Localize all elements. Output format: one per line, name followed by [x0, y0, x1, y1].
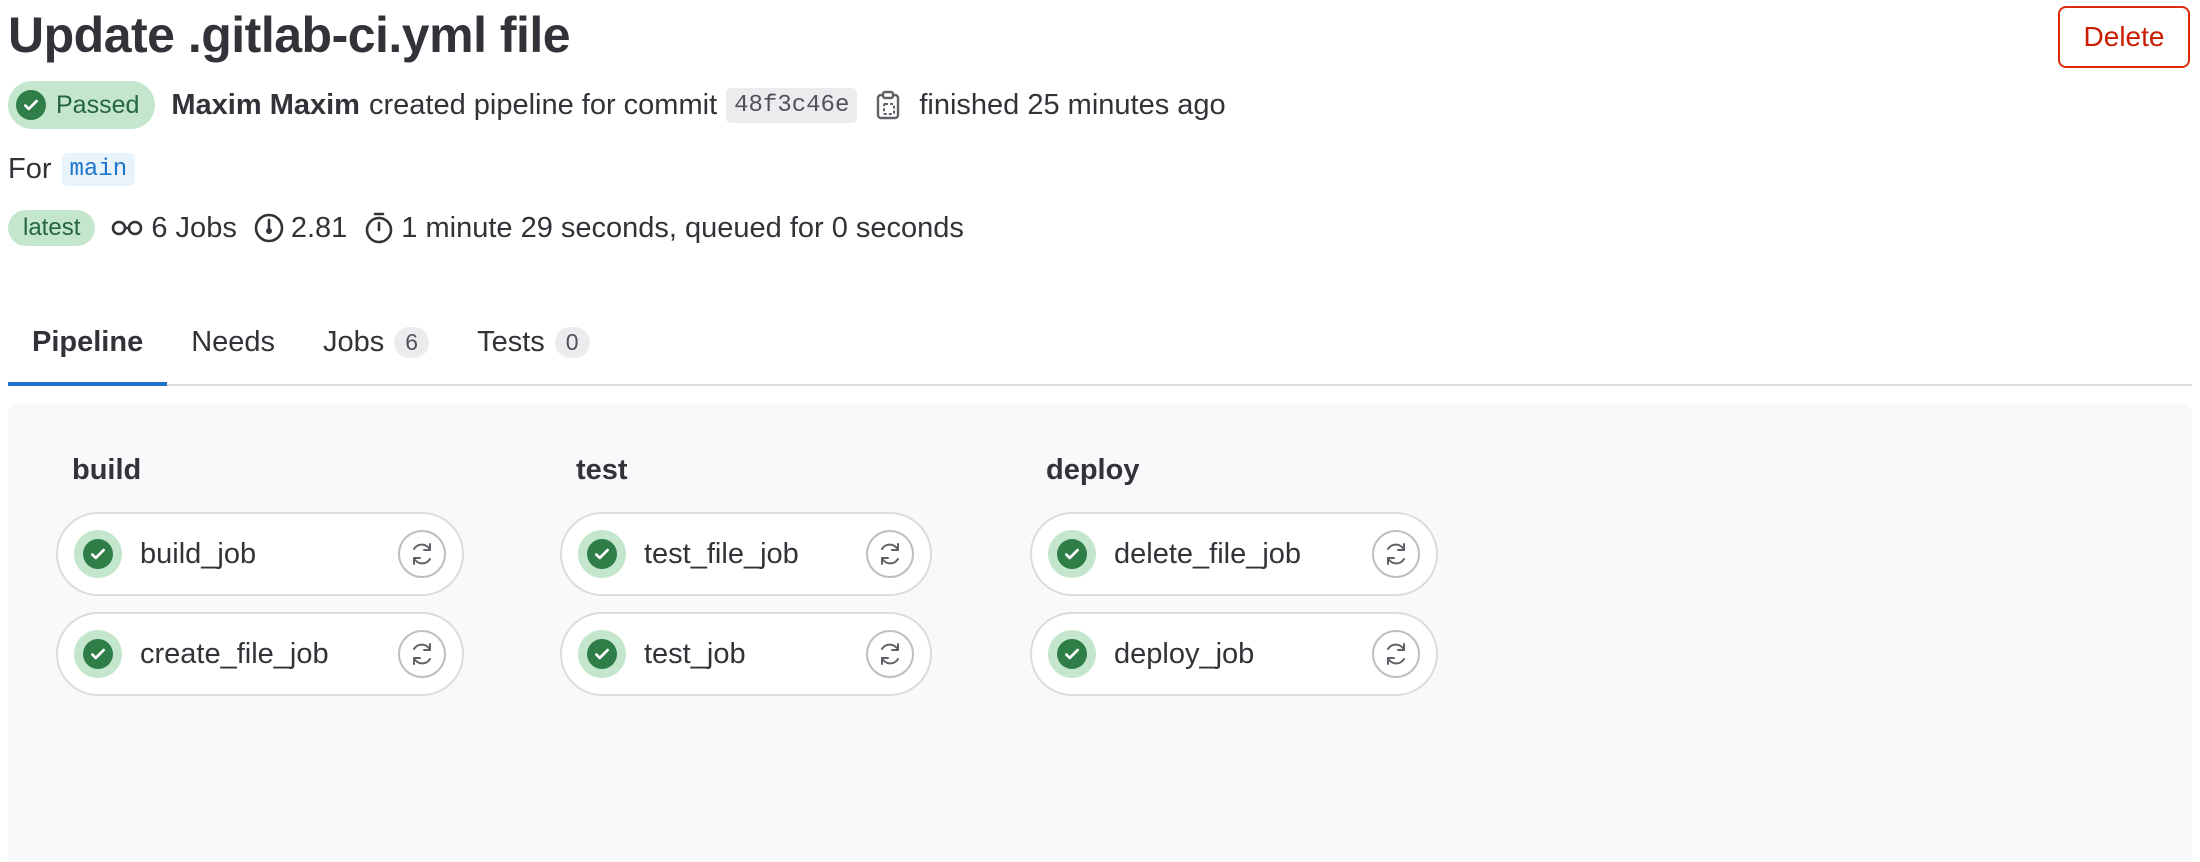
- finished-text: finished 25 minutes ago: [919, 88, 1226, 121]
- latest-badge: latest: [8, 210, 96, 246]
- status-success-icon: [1048, 530, 1096, 578]
- status-success-icon: [16, 90, 46, 120]
- pipeline-meta: Passed Maxim Maxim created pipeline for …: [8, 80, 1226, 130]
- stage-test: test test_file_job test_job: [560, 454, 932, 696]
- status-success-icon: [74, 630, 122, 678]
- tab-count-badge: 0: [554, 326, 590, 358]
- job-item[interactable]: test_job: [560, 612, 932, 696]
- status-success-icon: [1048, 630, 1096, 678]
- status-success-icon: [578, 630, 626, 678]
- ref-prefix: For: [8, 152, 52, 185]
- duration-text: 1 minute 29 seconds, queued for 0 second…: [401, 211, 964, 244]
- dashboard-icon: [254, 213, 284, 243]
- retry-icon[interactable]: [866, 630, 914, 678]
- job-item[interactable]: build_job: [56, 512, 464, 596]
- delete-pipeline-button[interactable]: Delete: [2058, 6, 2190, 68]
- tab-jobs[interactable]: Jobs 6: [299, 300, 453, 384]
- retry-icon[interactable]: [1372, 630, 1420, 678]
- pipeline-tabs: Pipeline Needs Jobs 6 Tests 0: [8, 300, 2192, 386]
- stage-deploy: deploy delete_file_job deploy_job: [1030, 454, 1438, 696]
- jobs-count-text: 6 Jobs: [151, 211, 237, 244]
- compute-usage: 2.81: [253, 212, 347, 245]
- retry-icon[interactable]: [398, 530, 446, 578]
- status-success-icon: [74, 530, 122, 578]
- job-name: test_job: [644, 637, 746, 670]
- job-name: create_file_job: [140, 637, 329, 670]
- status-label: Passed: [56, 90, 140, 119]
- ref-row: For main: [8, 148, 136, 190]
- job-name: build_job: [140, 537, 257, 570]
- job-item[interactable]: test_file_job: [560, 512, 932, 596]
- tab-label: Tests: [477, 325, 545, 358]
- job-item[interactable]: deploy_job: [1030, 612, 1438, 696]
- compute-usage-text: 2.81: [290, 211, 348, 244]
- tab-label: Pipeline: [32, 325, 144, 358]
- job-name: deploy_job: [1114, 637, 1255, 670]
- pipeline-graph: build build_job create_file_job test tes…: [8, 404, 2192, 862]
- timer-icon: [365, 212, 393, 244]
- duration: 1 minute 29 seconds, queued for 0 second…: [363, 211, 964, 245]
- author-name[interactable]: Maxim Maxim: [171, 89, 360, 122]
- status-badge[interactable]: Passed: [8, 81, 156, 129]
- stage-title: test: [576, 454, 628, 486]
- tab-label: Jobs: [323, 325, 385, 358]
- page-title: Update .gitlab-ci.yml file: [8, 7, 571, 63]
- job-name: delete_file_job: [1114, 537, 1302, 570]
- status-success-icon: [578, 530, 626, 578]
- jobs-count: 6 Jobs: [111, 211, 237, 245]
- retry-icon[interactable]: [1372, 530, 1420, 578]
- stage-build: build build_job create_file_job: [56, 454, 464, 696]
- retry-icon[interactable]: [398, 630, 446, 678]
- tab-needs[interactable]: Needs: [167, 300, 299, 384]
- tab-label: Needs: [191, 325, 276, 358]
- copy-to-clipboard-icon[interactable]: [875, 90, 901, 120]
- action-text: created pipeline for commit: [368, 88, 718, 121]
- stage-title: deploy: [1046, 454, 1140, 486]
- pipeline-icon: [112, 220, 143, 236]
- tab-count-badge: 6: [394, 326, 430, 358]
- job-item[interactable]: delete_file_job: [1030, 512, 1438, 596]
- tab-pipeline[interactable]: Pipeline: [8, 300, 168, 386]
- pipeline-stats: latest 6 Jobs 2.81 1 minute 29 seconds, …: [8, 206, 980, 250]
- branch-link[interactable]: main: [61, 152, 136, 186]
- commit-sha[interactable]: 48f3c46e: [726, 87, 858, 123]
- job-item[interactable]: create_file_job: [56, 612, 464, 696]
- stage-title: build: [72, 454, 142, 486]
- tab-tests[interactable]: Tests 0: [453, 300, 613, 384]
- retry-icon[interactable]: [866, 530, 914, 578]
- job-name: test_file_job: [644, 537, 799, 570]
